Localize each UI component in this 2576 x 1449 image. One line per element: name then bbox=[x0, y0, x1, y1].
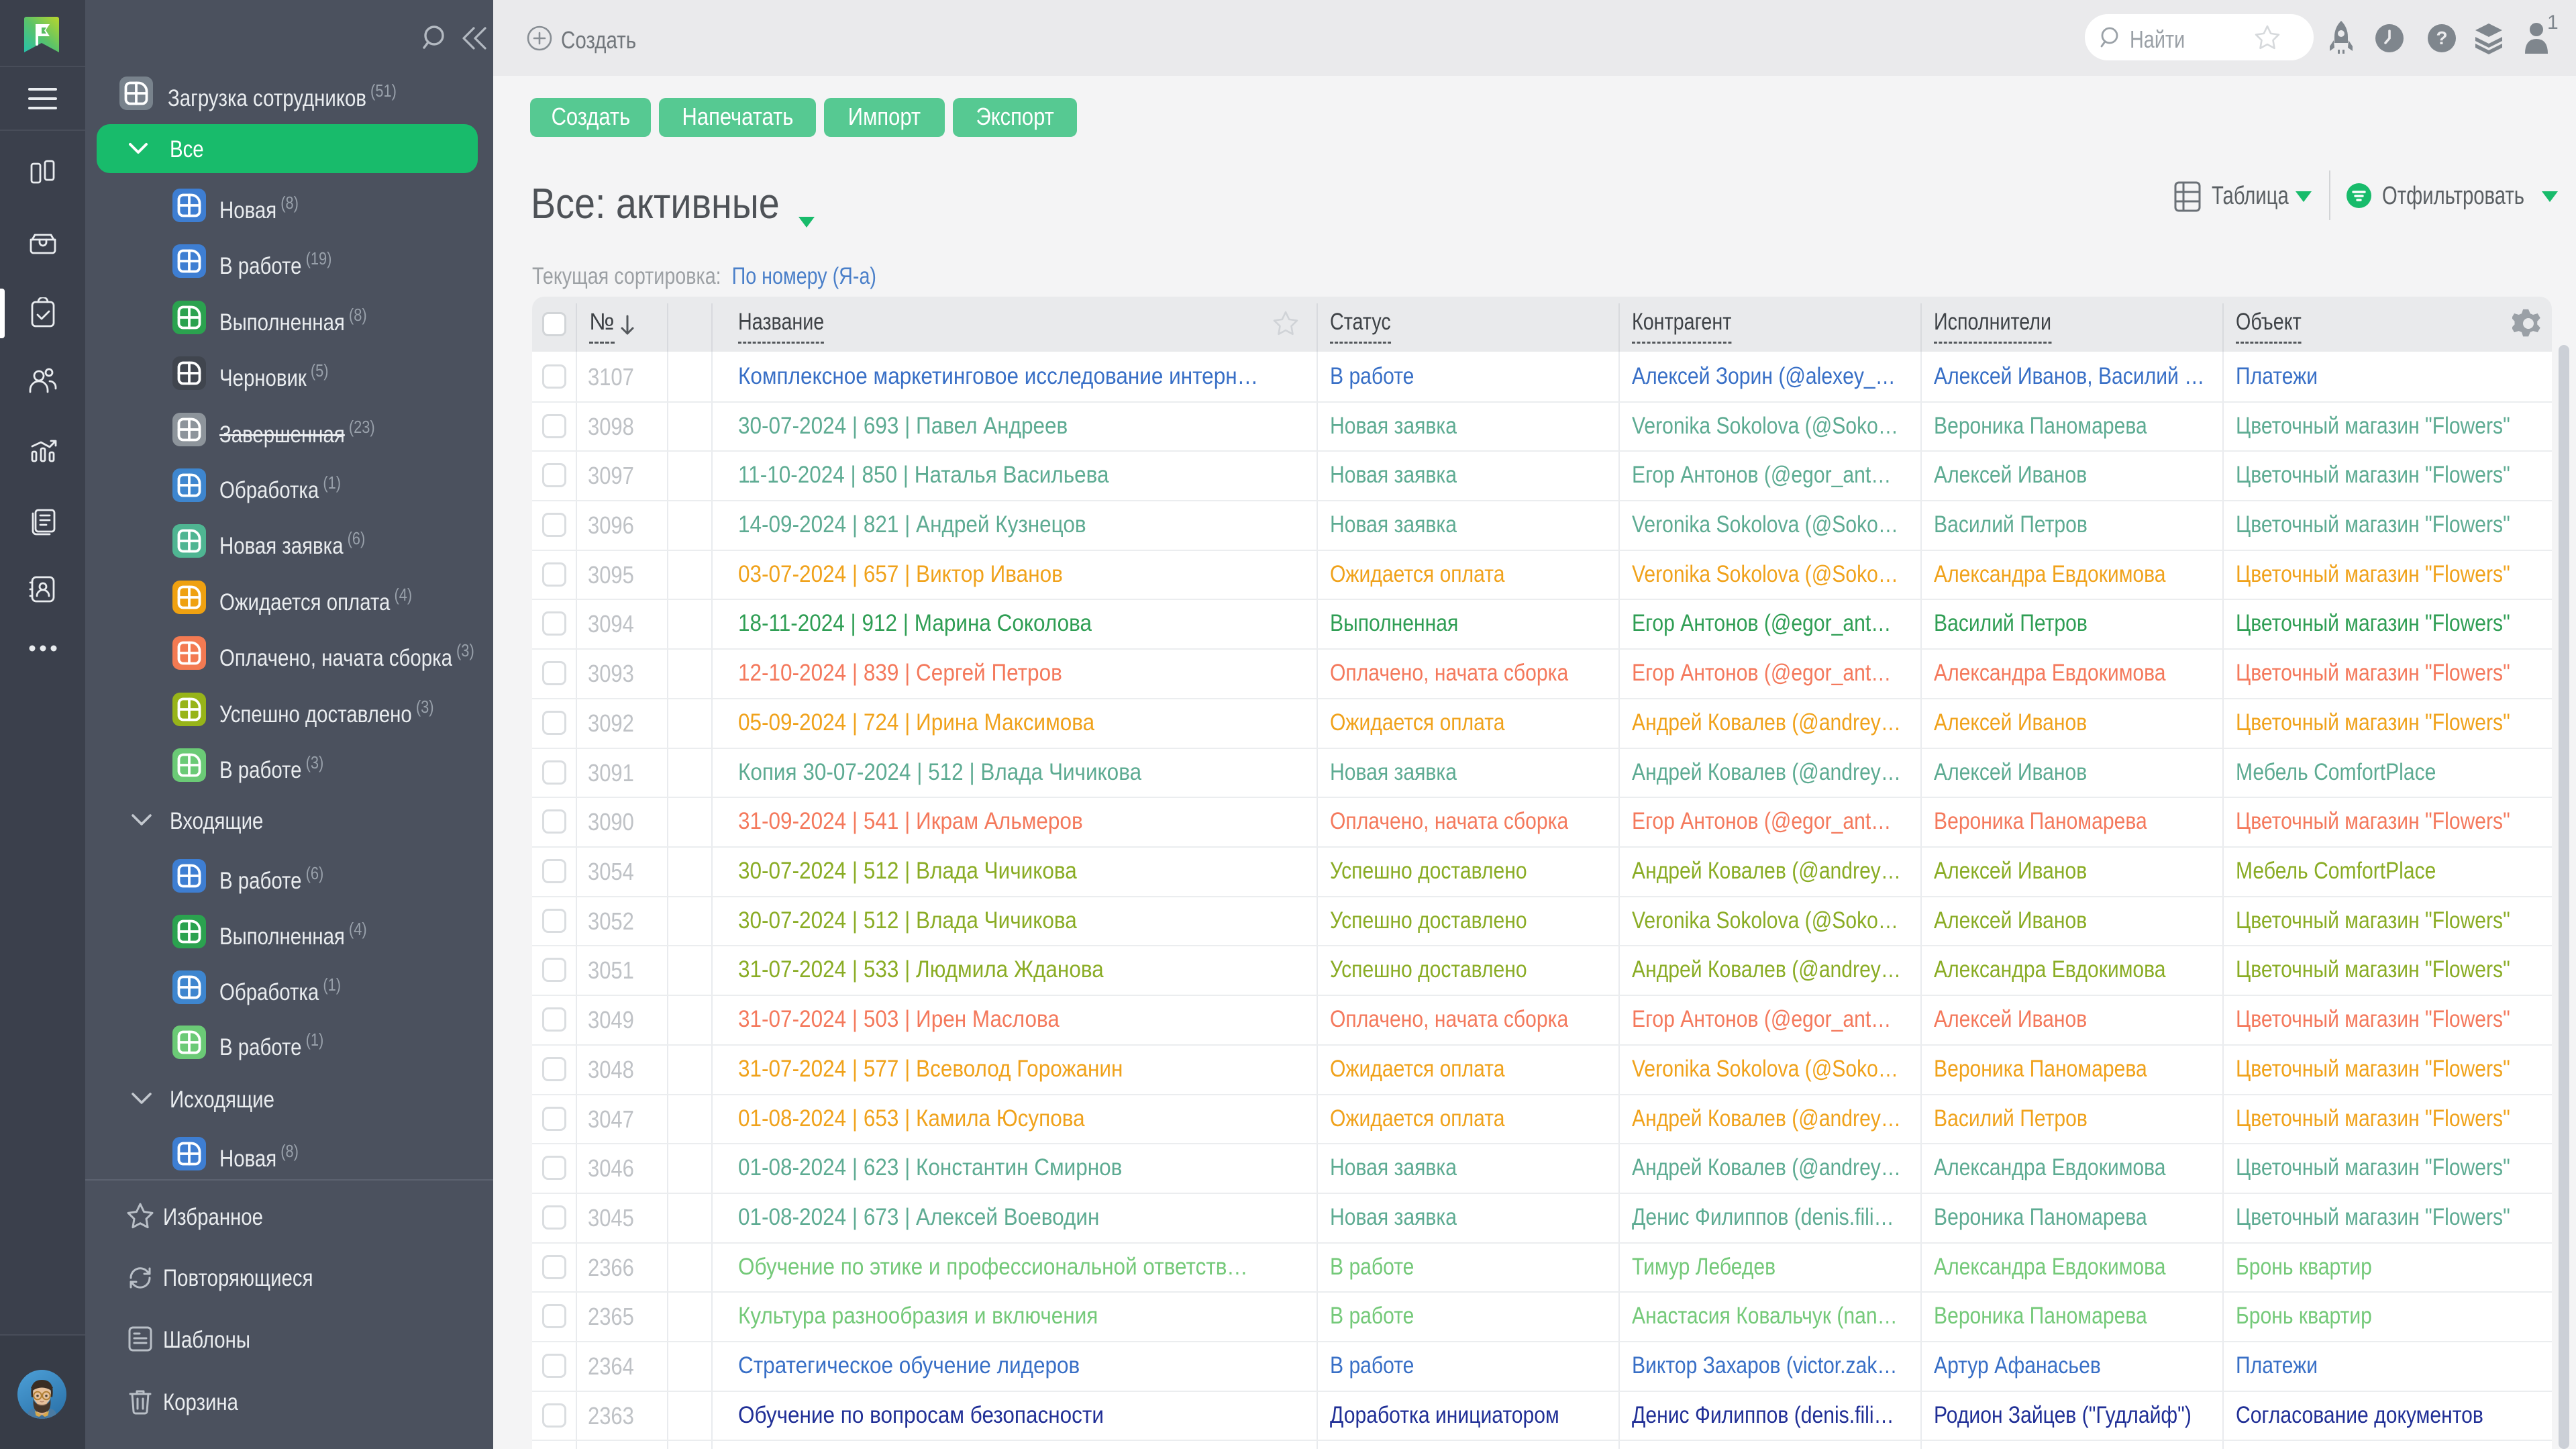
svg-text:?: ? bbox=[2436, 28, 2447, 48]
